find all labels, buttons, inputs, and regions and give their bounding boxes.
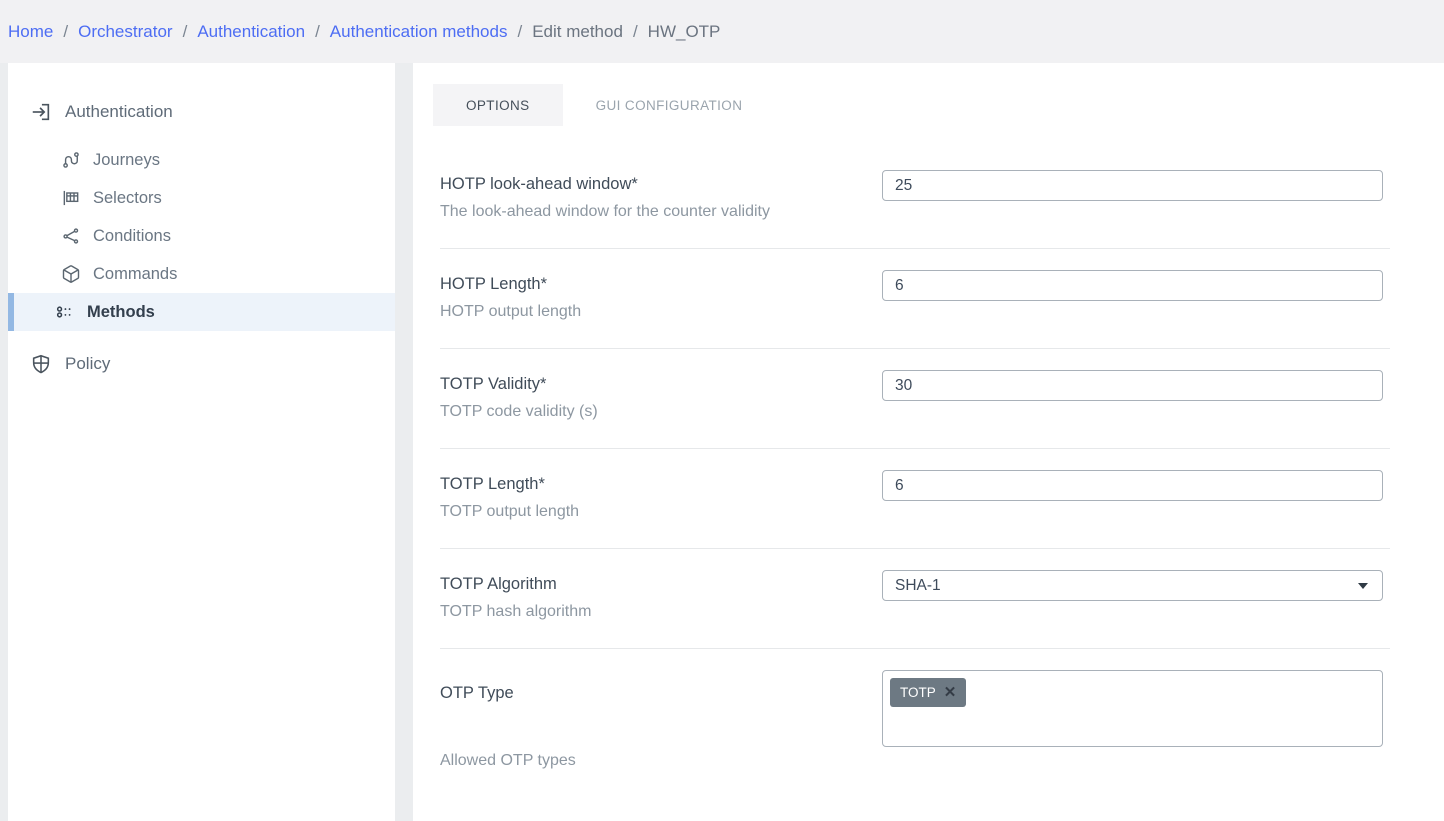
totp-algorithm-select[interactable]: SHA-1: [882, 570, 1383, 601]
tab-gui-configuration[interactable]: GUI CONFIGURATION: [563, 84, 776, 126]
totp-length-input[interactable]: [882, 470, 1383, 501]
main-layout: Authentication Journeys: [0, 63, 1444, 821]
chevron-down-icon: [1358, 583, 1368, 589]
sidebar-item-commands[interactable]: Commands: [8, 255, 395, 293]
field-description: TOTP hash algorithm: [440, 603, 870, 621]
field-description: HOTP output length: [440, 303, 870, 321]
breadcrumb-separator: /: [633, 22, 638, 42]
sidebar-item-selectors[interactable]: Selectors: [8, 179, 395, 217]
sidebar-section-label: Policy: [65, 354, 110, 374]
sign-in-icon: [30, 101, 52, 123]
hotp-length-input[interactable]: [882, 270, 1383, 301]
otp-type-chip-input[interactable]: TOTP ✕: [882, 670, 1383, 747]
field-label: TOTP Length*: [440, 470, 870, 494]
sidebar-item-label: Conditions: [93, 227, 171, 246]
commands-cube-icon: [61, 264, 81, 284]
sidebar-section-authentication[interactable]: Authentication: [8, 91, 395, 133]
methods-dots-icon: [55, 302, 75, 322]
breadcrumb-link-authentication[interactable]: Authentication: [197, 22, 305, 42]
breadcrumb-separator: /: [315, 22, 320, 42]
tab-options[interactable]: OPTIONS: [433, 84, 563, 126]
hotp-lookahead-window-input[interactable]: [882, 170, 1383, 201]
chip-remove-icon[interactable]: ✕: [944, 685, 957, 700]
field-label: HOTP look-ahead window*: [440, 170, 870, 194]
options-form: HOTP look-ahead window* The look-ahead w…: [413, 149, 1444, 797]
sidebar-item-label: Selectors: [93, 189, 162, 208]
breadcrumb-method-name: HW_OTP: [648, 22, 721, 42]
sidebar-section-label: Authentication: [65, 102, 173, 122]
form-row-totp-length: TOTP Length* TOTP output length: [440, 449, 1390, 549]
content-panel: OPTIONS GUI CONFIGURATION HOTP look-ahea…: [413, 63, 1444, 821]
field-label: HOTP Length*: [440, 270, 870, 294]
field-description: TOTP output length: [440, 503, 870, 521]
breadcrumb-link-orchestrator[interactable]: Orchestrator: [78, 22, 172, 42]
selector-table-icon: [61, 188, 81, 208]
field-description: TOTP code validity (s): [440, 403, 870, 421]
breadcrumb-link-authentication-methods[interactable]: Authentication methods: [330, 22, 508, 42]
sidebar-item-methods[interactable]: Methods: [8, 293, 395, 331]
sidebar-item-conditions[interactable]: Conditions: [8, 217, 395, 255]
field-label: OTP Type: [440, 670, 870, 703]
field-label: TOTP Algorithm: [440, 570, 870, 594]
breadcrumb-separator: /: [63, 22, 68, 42]
panel-gap: [395, 63, 413, 821]
policy-shield-icon: [30, 353, 52, 375]
form-row-hotp-length: HOTP Length* HOTP output length: [440, 249, 1390, 349]
form-row-totp-validity: TOTP Validity* TOTP code validity (s): [440, 349, 1390, 449]
journey-route-icon: [61, 150, 81, 170]
totp-validity-input[interactable]: [882, 370, 1383, 401]
totp-algorithm-selected-value: SHA-1: [895, 577, 941, 595]
sidebar: Authentication Journeys: [8, 63, 395, 821]
chip-totp: TOTP ✕: [890, 678, 966, 707]
breadcrumb: Home / Orchestrator / Authentication / A…: [0, 0, 1444, 63]
sidebar-item-journeys[interactable]: Journeys: [8, 141, 395, 179]
sidebar-item-label: Journeys: [93, 151, 160, 170]
form-row-otp-type: OTP Type Allowed OTP types TOTP ✕: [440, 649, 1390, 797]
breadcrumb-separator: /: [183, 22, 188, 42]
sidebar-authentication-children: Journeys Selectors: [8, 141, 395, 331]
sidebar-item-label: Methods: [87, 303, 155, 322]
field-description: Allowed OTP types: [440, 752, 870, 770]
conditions-branch-icon: [61, 226, 81, 246]
field-label: TOTP Validity*: [440, 370, 870, 394]
form-row-hotp-lookahead: HOTP look-ahead window* The look-ahead w…: [440, 149, 1390, 249]
tab-bar: OPTIONS GUI CONFIGURATION: [433, 84, 1444, 126]
breadcrumb-link-home[interactable]: Home: [8, 22, 53, 42]
sidebar-item-label: Commands: [93, 265, 177, 284]
form-row-totp-algorithm: TOTP Algorithm TOTP hash algorithm SHA-1: [440, 549, 1390, 649]
breadcrumb-edit-method: Edit method: [532, 22, 623, 42]
sidebar-section-policy[interactable]: Policy: [8, 343, 395, 385]
field-description: The look-ahead window for the counter va…: [440, 203, 870, 221]
chip-label: TOTP: [900, 685, 936, 700]
breadcrumb-separator: /: [517, 22, 522, 42]
